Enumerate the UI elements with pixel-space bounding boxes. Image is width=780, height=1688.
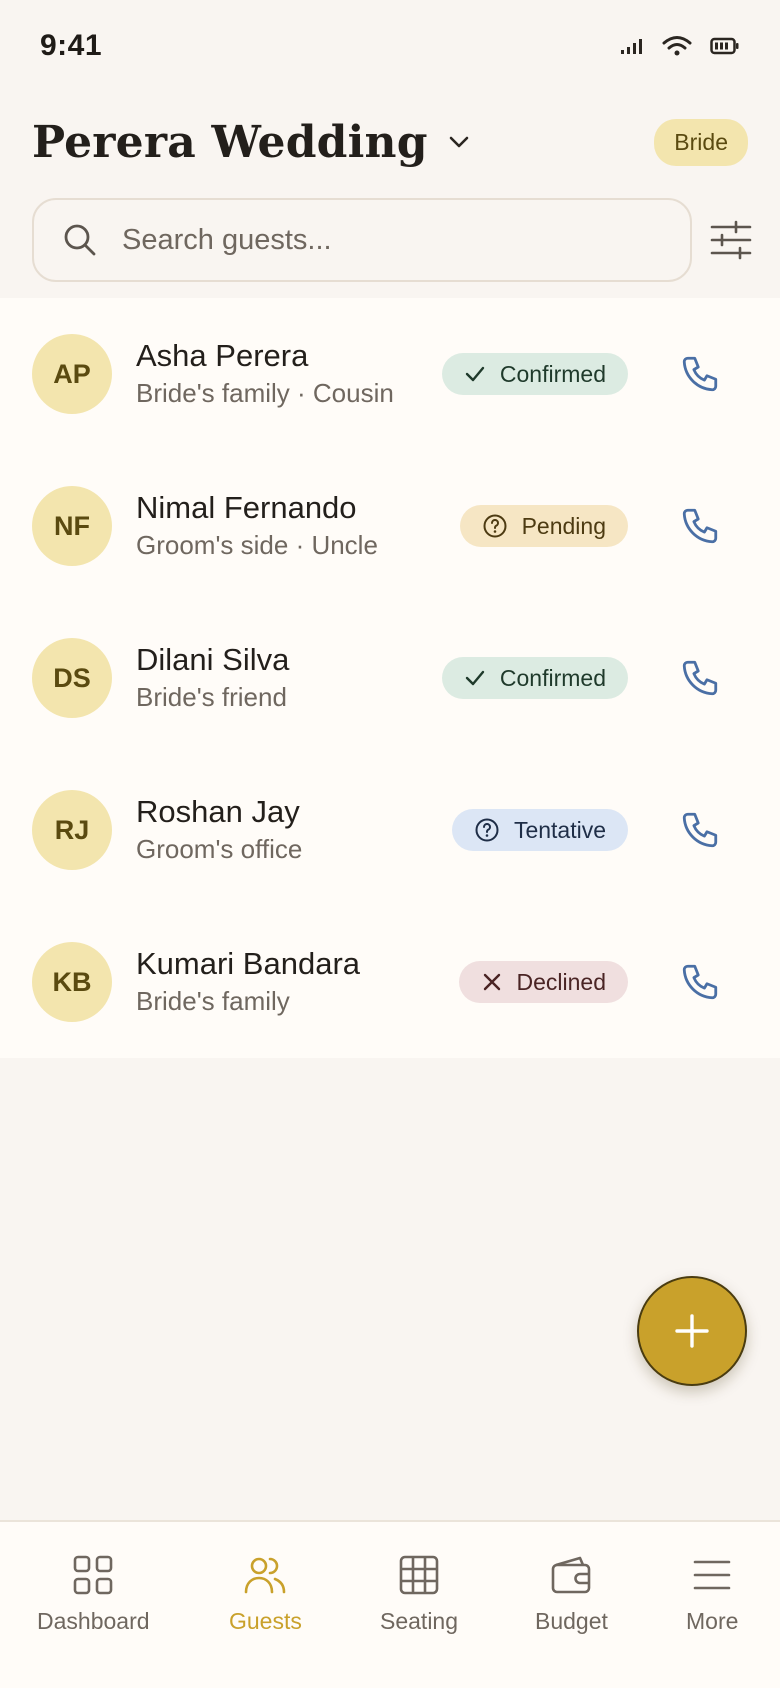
guest-info: Kumari Bandara Bride's family bbox=[136, 945, 748, 1019]
wallet-icon bbox=[552, 1556, 591, 1594]
battery-icon bbox=[710, 37, 739, 55]
status-badge: Declined bbox=[458, 961, 628, 1003]
status-label: Confirmed bbox=[499, 664, 606, 691]
guest-relation: Groom's side · Uncle bbox=[136, 530, 378, 560]
status-label: Declined bbox=[516, 968, 607, 995]
call-button[interactable] bbox=[672, 954, 728, 1010]
phone-icon bbox=[682, 964, 718, 1000]
search-row bbox=[32, 198, 752, 282]
nav-item-guests[interactable]: Guests bbox=[229, 1554, 302, 1635]
page-title: Perera Wedding bbox=[32, 116, 428, 168]
wifi-icon bbox=[662, 36, 692, 56]
status-label: Confirmed bbox=[499, 360, 606, 387]
status-badge: Confirmed bbox=[441, 657, 628, 699]
bottom-nav: Dashboard Guests Seating Budget More bbox=[0, 1520, 780, 1688]
guest-row[interactable]: DS Dilani Silva Bride's friend Confirmed bbox=[0, 602, 780, 754]
search-icon bbox=[64, 224, 96, 256]
avatar: RJ bbox=[32, 790, 112, 870]
guest-row[interactable]: RJ Roshan Jay Groom's office Tentative bbox=[0, 754, 780, 906]
guest-name: Kumari Bandara bbox=[136, 946, 361, 981]
status-label: Tentative bbox=[513, 816, 606, 843]
call-button[interactable] bbox=[672, 346, 728, 402]
guest-name: Nimal Fernando bbox=[136, 490, 357, 525]
avatar: KB bbox=[32, 942, 112, 1022]
status-badge: Confirmed bbox=[441, 353, 628, 395]
add-guest-button[interactable] bbox=[637, 1276, 747, 1386]
avatar: DS bbox=[32, 638, 112, 718]
search-input[interactable] bbox=[122, 223, 662, 257]
phone-icon bbox=[682, 660, 718, 696]
phone-icon bbox=[682, 356, 718, 392]
guest-list: AP Asha Perera Bride's family · Cousin C… bbox=[0, 298, 780, 1058]
users-icon bbox=[245, 1557, 286, 1594]
phone-icon bbox=[682, 812, 718, 848]
question-circle-icon bbox=[483, 514, 507, 538]
guest-info: Nimal Fernando Groom's side · Uncle bbox=[136, 489, 748, 563]
nav-label: Guests bbox=[229, 1608, 302, 1634]
menu-icon bbox=[693, 1560, 731, 1590]
sliders-icon bbox=[710, 220, 752, 260]
check-icon bbox=[465, 670, 485, 686]
plus-icon bbox=[675, 1314, 709, 1348]
status-icons bbox=[620, 35, 740, 57]
nav-item-dashboard[interactable]: Dashboard bbox=[37, 1554, 150, 1635]
avatar: AP bbox=[32, 334, 112, 414]
nav-label: Dashboard bbox=[37, 1608, 150, 1634]
check-icon bbox=[465, 366, 485, 382]
avatar: NF bbox=[32, 486, 112, 566]
nav-item-seating[interactable]: Seating bbox=[380, 1554, 458, 1635]
guest-row[interactable]: KB Kumari Bandara Bride's family Decline… bbox=[0, 906, 780, 1058]
grid-icon bbox=[73, 1555, 113, 1595]
call-button[interactable] bbox=[672, 498, 728, 554]
role-badge: Bride bbox=[654, 118, 748, 166]
filter-button[interactable] bbox=[710, 216, 752, 264]
x-icon bbox=[483, 973, 500, 991]
nav-label: More bbox=[686, 1608, 739, 1634]
guest-info: Roshan Jay Groom's office bbox=[136, 793, 748, 867]
chevron-down-icon bbox=[449, 136, 469, 148]
guest-name: Roshan Jay bbox=[136, 794, 300, 829]
nav-label: Budget bbox=[535, 1608, 608, 1634]
status-label: Pending bbox=[521, 512, 606, 539]
search-box[interactable] bbox=[32, 198, 692, 282]
table-grid-icon bbox=[399, 1555, 439, 1595]
status-time: 9:41 bbox=[40, 29, 103, 62]
status-badge: Tentative bbox=[451, 809, 628, 851]
nav-item-budget[interactable]: Budget bbox=[535, 1554, 608, 1635]
event-switcher[interactable]: Perera Wedding bbox=[32, 117, 472, 168]
header: Perera Wedding Bride bbox=[0, 92, 780, 192]
guest-row[interactable]: AP Asha Perera Bride's family · Cousin C… bbox=[0, 298, 780, 450]
guest-row[interactable]: NF Nimal Fernando Groom's side · Uncle P… bbox=[0, 450, 780, 602]
guest-relation: Groom's office bbox=[136, 834, 303, 864]
signal-icon bbox=[621, 39, 642, 54]
nav-item-more[interactable]: More bbox=[686, 1554, 738, 1635]
question-circle-icon bbox=[475, 818, 499, 842]
call-button[interactable] bbox=[672, 650, 728, 706]
status-badge: Pending bbox=[459, 505, 628, 547]
guest-relation: Bride's family bbox=[136, 986, 290, 1016]
phone-icon bbox=[682, 508, 718, 544]
nav-label: Seating bbox=[380, 1608, 459, 1634]
call-button[interactable] bbox=[672, 802, 728, 858]
status-bar: 9:41 bbox=[0, 0, 780, 92]
